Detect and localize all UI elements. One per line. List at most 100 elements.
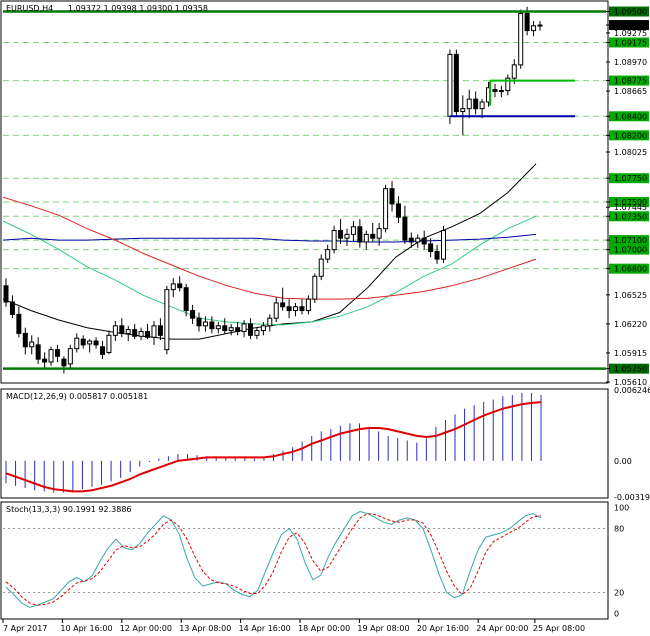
time-axis-label: 14 Apr 16:00 <box>239 624 291 633</box>
candle-bull <box>254 330 260 336</box>
price-axis-label: 1.08400 <box>614 112 647 121</box>
candle-bear <box>119 325 125 334</box>
time-axis-label: 24 Apr 00:00 <box>476 624 528 633</box>
candle-bull <box>164 289 170 351</box>
candle-bear <box>421 237 427 245</box>
candle-bear <box>100 346 106 355</box>
price-axis-label: 1.06220 <box>614 320 647 329</box>
candle-bear <box>222 325 228 332</box>
price-axis-label: 1.08970 <box>614 58 647 67</box>
candle-bull <box>440 230 446 260</box>
candle-bull <box>383 188 389 230</box>
macd-axis-label: 0.00 <box>614 457 632 466</box>
candle-bear <box>286 306 292 312</box>
candle-bear <box>80 338 86 346</box>
candle-bear <box>145 331 151 338</box>
price-axis-label: 1.08025 <box>614 148 647 157</box>
stoch-axis-label: 80 <box>614 525 624 534</box>
time-axis-label: 10 Apr 16:00 <box>60 624 112 633</box>
candle-bull <box>350 226 356 235</box>
price-axis-label: 1.09175 <box>614 38 647 47</box>
candle-bear <box>16 313 22 334</box>
stoch-axis-label: 100 <box>614 503 629 512</box>
price-axis-label: 1.07000 <box>614 246 647 255</box>
candle-bear <box>93 340 99 346</box>
time-axis-label: 18 Apr 00:00 <box>298 624 350 633</box>
price-axis-label: 1.07100 <box>614 236 647 245</box>
time-axis-label: 13 Apr 08:00 <box>179 624 231 633</box>
candle-bull <box>260 325 266 332</box>
candle-bear <box>299 306 305 312</box>
candle-bear <box>54 349 60 357</box>
price-axis-label: 1.08665 <box>614 87 647 96</box>
candle-bull <box>106 334 112 353</box>
candle-bear <box>61 358 67 367</box>
candle-bull <box>228 327 234 332</box>
candle-bear <box>428 243 434 253</box>
price-axis-label: 1.09275 <box>614 29 647 38</box>
candle-bear <box>492 89 498 93</box>
candle-bull <box>215 325 221 330</box>
stoch-label: Stoch(13,3,3) 90.1991 92.3886 <box>6 505 132 514</box>
candle-bear <box>22 332 28 348</box>
candle-bull <box>479 101 485 110</box>
candle-bull <box>241 323 247 333</box>
candle-bull <box>125 329 131 334</box>
candle-bull <box>312 275 318 300</box>
candle-bear <box>408 237 414 243</box>
chart-canvas: 1.095001.093581.092751.091751.089701.087… <box>0 0 650 633</box>
candle-bear <box>453 53 459 113</box>
candle-bear <box>247 323 253 336</box>
time-axis-label: 25 Apr 08:00 <box>533 624 585 633</box>
price-axis-label: 1.09500 <box>614 8 647 17</box>
candle-bull <box>67 348 73 365</box>
time-axis-label: 12 Apr 00:00 <box>120 624 172 633</box>
time-axis-label: 19 Apr 08:00 <box>357 624 409 633</box>
candle-bull <box>518 12 524 66</box>
candle-bear <box>196 317 202 327</box>
candle-bull <box>318 258 324 277</box>
candle-bear <box>3 285 9 303</box>
candle-bear <box>357 226 363 243</box>
candle-bear <box>132 329 138 337</box>
candle-bull <box>48 349 54 363</box>
candle-bull <box>29 341 35 348</box>
candle-bear <box>35 344 41 360</box>
candle-bull <box>87 340 93 345</box>
candle-bull <box>267 317 273 327</box>
candle-bull <box>531 25 537 32</box>
candle-bull <box>363 233 369 243</box>
candle-bull <box>376 228 382 239</box>
price-axis-label: 1.07350 <box>614 212 647 221</box>
candle-bear <box>338 230 344 239</box>
candle-bull <box>460 108 466 113</box>
candle-bull <box>74 337 80 350</box>
price-axis-label: 1.07445 <box>614 203 647 212</box>
candle-bear <box>9 301 15 315</box>
candle-bull <box>170 283 176 291</box>
candle-bear <box>235 327 241 333</box>
candle-bull <box>273 302 279 319</box>
price-pane-frame <box>0 0 609 384</box>
candle-bear <box>389 188 395 205</box>
candle-bull <box>415 237 421 243</box>
candle-bull <box>202 321 208 327</box>
candle-bear <box>209 321 215 330</box>
macd-axis-label: -0.003195 <box>614 493 650 502</box>
candle-bear <box>190 310 196 319</box>
candle-bear <box>42 358 48 363</box>
candle-bear <box>524 12 530 32</box>
candle-bull <box>344 233 350 239</box>
candle-bear <box>473 98 479 110</box>
candle-bull <box>511 64 517 79</box>
price-axis-label: 1.06800 <box>614 265 647 274</box>
price-axis-label: 1.05915 <box>614 349 647 358</box>
candle-bull <box>112 325 118 336</box>
time-axis-label: 20 Apr 16:00 <box>417 624 469 633</box>
candle-bull <box>138 331 144 337</box>
candle-bear <box>402 216 408 241</box>
stoch-axis-label: 20 <box>614 588 624 597</box>
candle-bull <box>325 249 331 260</box>
candle-bear <box>183 287 189 312</box>
candle-bull <box>466 98 472 110</box>
